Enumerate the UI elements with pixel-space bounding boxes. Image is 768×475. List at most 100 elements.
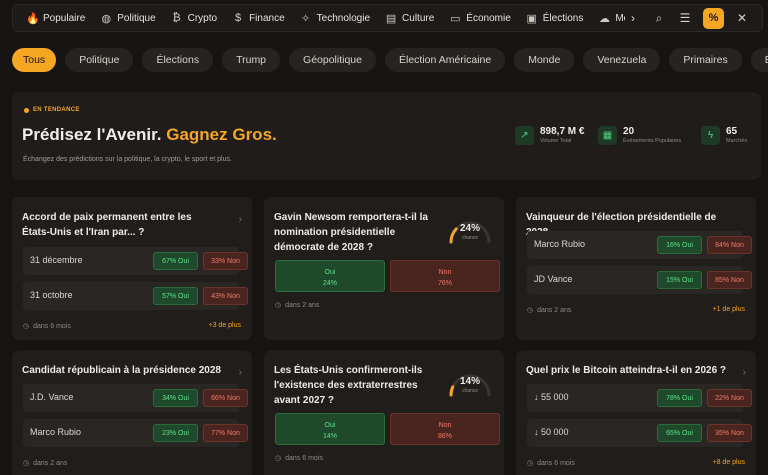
market-card[interactable]: Vainqueur de l'élection présidentielle d… (516, 197, 756, 340)
hero-title-main: Prédisez l'Avenir. (22, 125, 162, 144)
stat-markets: ϟ 65 Marchés (701, 126, 747, 145)
filter-pill-elections-primaires[interactable]: Élections Primaires (750, 48, 768, 72)
filter-pills: Tous Politique Élections Trump Géopoliti… (12, 48, 768, 72)
end-date: dans 2 ans (33, 459, 68, 467)
sliders-icon[interactable]: ☰ (677, 11, 693, 25)
nav-label: Crypto (187, 12, 218, 24)
chevron-right-icon[interactable]: › (239, 367, 242, 378)
yes-percent: 24% (322, 280, 337, 287)
trending-up-icon: ↗ (515, 126, 534, 145)
chevron-right-icon[interactable]: › (743, 367, 746, 378)
clock-icon: ◷ (23, 323, 30, 330)
search-icon[interactable]: ⌕ (651, 11, 667, 26)
no-button[interactable]: Non 86% (390, 413, 500, 445)
yes-button[interactable]: 16% Oui (657, 236, 702, 254)
yes-button[interactable]: 34% Oui (153, 389, 198, 407)
nav-label: Politique (117, 12, 156, 24)
sparkle-icon: ✧ (301, 12, 311, 25)
stat-label: Marchés (726, 138, 748, 144)
top-navigation: 🔥 Populaire ◍ Politique ₿ Crypto $ Finance ✧… (12, 4, 763, 32)
market-title: Gavin Newsom remportera-t-il la nominati… (274, 212, 428, 253)
no-label: Non (438, 422, 452, 429)
percent-icon[interactable]: % (703, 7, 724, 29)
no-button[interactable]: Non 76% (390, 260, 500, 292)
end-date: dans 2 ans (537, 306, 572, 314)
filter-pill-politique[interactable]: Politique (65, 48, 134, 72)
yes-button[interactable]: Oui 14% (275, 413, 385, 445)
end-date: dans 2 ans (285, 301, 320, 309)
market-card[interactable]: Candidat républicain à la présidence 202… (12, 350, 252, 475)
gauge-value: 14% (459, 376, 480, 387)
outcome-row: 31 décembre 67% Oui 33% Non (23, 247, 248, 275)
market-card[interactable]: Gavin Newsom remportera-t-il la nominati… (264, 197, 504, 340)
nav-label: Technologie (316, 12, 371, 24)
card-footer: ◷ dans 2 ans (23, 459, 68, 468)
nav-item-politique[interactable]: ◍ Politique (100, 12, 155, 25)
cloud-icon: ☁ (598, 12, 610, 25)
no-button[interactable]: 77% Non (203, 424, 248, 442)
filter-pill-tous[interactable]: Tous (12, 48, 57, 72)
yes-button[interactable]: 57% Oui (153, 287, 198, 305)
nav-label: Économie (466, 12, 511, 24)
nav-item-finance[interactable]: $ Finance (232, 12, 285, 24)
yes-button[interactable]: 65% Oui (657, 424, 702, 442)
nav-item-elections[interactable]: ▣ Élections (526, 12, 584, 25)
no-button[interactable]: 22% Non (707, 389, 752, 407)
no-button[interactable]: 84% Non (707, 236, 752, 254)
card-footer: ◷ dans 6 mois (23, 322, 71, 331)
outcome-row: Marco Rubio 16% Oui 84% Non (527, 231, 752, 259)
filter-pill-trump[interactable]: Trump (222, 48, 281, 72)
market-title: Accord de paix permanent entre les États… (22, 212, 192, 238)
clock-icon: ◷ (275, 302, 282, 309)
no-button[interactable]: 35% Non (707, 424, 752, 442)
no-percent: 86% (437, 433, 452, 440)
flame-icon: 🔥 (26, 12, 40, 25)
outcome-row: ↓ 50 000 65% Oui 35% Non (527, 419, 752, 447)
nav-item-populaire[interactable]: 🔥 Populaire (26, 12, 85, 25)
grid-icon: ▦ (598, 126, 617, 145)
no-button[interactable]: 66% Non (203, 389, 248, 407)
more-outcomes-link[interactable]: +8 de plus (713, 459, 746, 466)
more-outcomes-link[interactable]: +1 de plus (713, 306, 746, 313)
more-outcomes-link[interactable]: +3 de plus (209, 322, 242, 329)
clock-icon: ◷ (527, 307, 534, 314)
yes-button[interactable]: 78% Oui (657, 389, 702, 407)
yes-label: Oui (324, 269, 336, 276)
nav-item-culture[interactable]: ▤ Culture (385, 12, 434, 25)
hero-title: Prédisez l'Avenir. Gagnez Gros. (22, 125, 277, 145)
filter-pill-elections[interactable]: Élections (142, 48, 214, 72)
market-card[interactable]: Accord de paix permanent entre les États… (12, 197, 252, 340)
filter-pill-venezuela[interactable]: Venezuela (583, 48, 661, 72)
no-button[interactable]: 33% Non (203, 252, 248, 270)
no-button[interactable]: 43% Non (203, 287, 248, 305)
clipboard-icon: ▤ (385, 12, 397, 25)
yes-button[interactable]: Oui 24% (275, 260, 385, 292)
clock-icon: ◷ (23, 460, 30, 467)
bitcoin-icon: ₿ (172, 12, 181, 24)
filter-pill-primaires[interactable]: Primaires (669, 48, 742, 72)
nav-label: Élections (542, 12, 584, 24)
outcome-label: JD Vance (534, 274, 573, 284)
clock-icon: ◷ (527, 460, 534, 467)
yes-button[interactable]: 15% Oui (657, 271, 702, 289)
stat-label: Volume Total (540, 138, 572, 144)
nav-item-economie[interactable]: ▭ Économie (449, 12, 511, 25)
yes-button[interactable]: 23% Oui (153, 424, 198, 442)
no-button[interactable]: 85% Non (707, 271, 752, 289)
market-card[interactable]: Les États-Unis confirmeront-ils l'existe… (264, 350, 504, 475)
chevron-right-icon[interactable]: › (239, 214, 242, 225)
chevron-right-icon[interactable]: › (625, 11, 641, 25)
outcome-label: J.D. Vance (30, 392, 74, 402)
close-icon[interactable]: ✕ (734, 11, 750, 25)
stat-value: 898,7 M € (540, 126, 585, 137)
no-label: Non (438, 269, 452, 276)
yes-button[interactable]: 67% Oui (153, 252, 198, 270)
filter-pill-geopolitique[interactable]: Géopolitique (289, 48, 376, 72)
market-card[interactable]: Quel prix le Bitcoin atteindra-t-il en 2… (516, 350, 756, 475)
filter-pill-monde[interactable]: Monde (514, 48, 575, 72)
nav-item-technologie[interactable]: ✧ Technologie (300, 12, 370, 25)
yes-label: Oui (324, 422, 336, 429)
trending-dot-icon (24, 107, 29, 113)
filter-pill-election-americaine[interactable]: Élection Américaine (385, 48, 506, 72)
nav-item-crypto[interactable]: ₿ Crypto (171, 12, 218, 24)
